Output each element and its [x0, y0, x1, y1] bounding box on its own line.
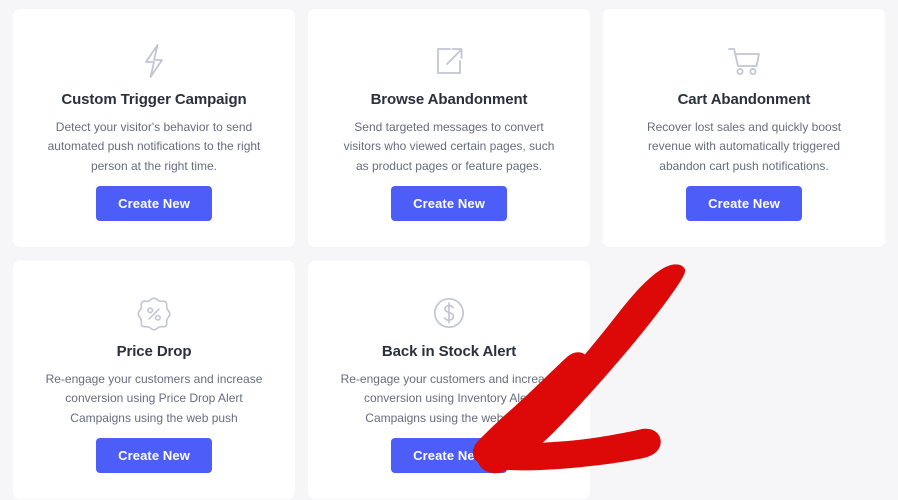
create-new-button[interactable]: Create New	[391, 186, 507, 221]
card-title: Back in Stock Alert	[381, 343, 517, 360]
campaign-card-cart-abandonment[interactable]: Cart Abandonment Recover lost sales and …	[603, 9, 885, 247]
card-action-area: Create New	[391, 186, 507, 229]
campaign-card-custom-trigger-campaign[interactable]: Custom Trigger Campaign Detect your visi…	[13, 9, 295, 247]
lightning-bolt-icon	[139, 37, 169, 85]
create-new-button[interactable]: Create New	[96, 186, 212, 221]
empty-grid-slot	[603, 261, 885, 499]
card-title: Browse Abandonment	[370, 91, 528, 108]
card-title: Custom Trigger Campaign	[61, 91, 247, 108]
card-action-area: Create New	[96, 438, 212, 481]
card-description: Recover lost sales and quickly boost rev…	[646, 120, 842, 173]
external-link-icon	[433, 37, 465, 85]
card-description: Detect your visitor's behavior to send a…	[47, 120, 261, 173]
card-description: Send targeted messages to convert visito…	[343, 120, 555, 173]
card-title: Cart Abandonment	[677, 91, 811, 108]
create-new-button[interactable]: Create New	[96, 438, 212, 473]
campaign-card-price-drop[interactable]: Price Drop Re-engage your customers and …	[13, 261, 295, 499]
card-action-area: Create New	[391, 438, 507, 481]
card-action-area: Create New	[96, 186, 212, 229]
campaign-card-grid: Custom Trigger Campaign Detect your visi…	[0, 0, 898, 500]
dollar-circle-icon	[432, 289, 466, 337]
shopping-cart-icon	[726, 37, 762, 85]
card-action-area: Create New	[686, 186, 802, 229]
percent-badge-icon	[136, 289, 172, 337]
card-description: Re-engage your customers and increase co…	[45, 372, 263, 425]
card-title: Price Drop	[116, 343, 192, 360]
campaign-card-back-in-stock-alert[interactable]: Back in Stock Alert Re-engage your custo…	[308, 261, 590, 499]
create-new-button[interactable]: Create New	[391, 438, 507, 473]
campaign-card-browse-abandonment[interactable]: Browse Abandonment Send targeted message…	[308, 9, 590, 247]
create-new-button[interactable]: Create New	[686, 186, 802, 221]
card-description: Re-engage your customers and increase co…	[340, 372, 558, 425]
campaign-type-gallery: Custom Trigger Campaign Detect your visi…	[0, 0, 898, 500]
